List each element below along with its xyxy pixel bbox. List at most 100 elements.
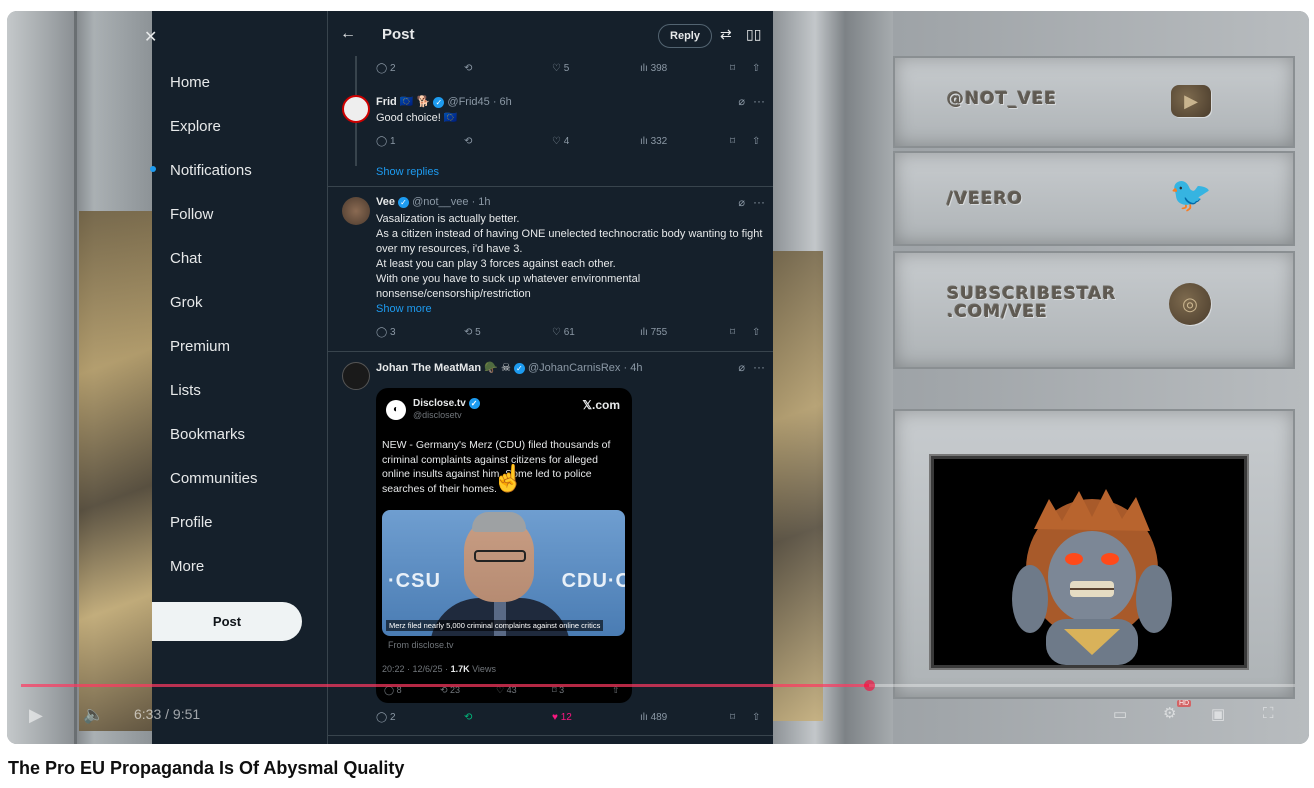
avatar-johan[interactable] (342, 362, 370, 390)
x-sidebar: ✕ Home Explore Notifications Follow Chat… (144, 11, 328, 744)
reply-action[interactable]: ◯ 3 (376, 327, 396, 338)
progress-fill (21, 684, 870, 687)
share-icon[interactable]: ⇧ (752, 63, 760, 74)
x-app-window: ✕ Home Explore Notifications Follow Chat… (144, 11, 773, 744)
avatar-frid[interactable] (342, 95, 370, 123)
volume-icon[interactable]: 🔈 (83, 705, 104, 725)
more-icon[interactable]: ··· (753, 360, 765, 374)
author-handle: @Frid45 · 6h (447, 96, 512, 108)
tweet-actions: ◯ 1 ⟲ ♡ 4 ılı 332 ⌑ ⇧ (376, 136, 768, 152)
nav-premium[interactable]: Premium (170, 338, 230, 355)
views-action[interactable]: ılı 755 (640, 327, 667, 338)
card-views-count: 1.7K (450, 664, 470, 674)
like-action[interactable]: ♡ 61 (552, 327, 575, 338)
views-action[interactable]: ılı 398 (640, 63, 667, 74)
bookmark-icon[interactable]: ⌑ (730, 712, 735, 723)
nav-notifications-label: Notifications (170, 162, 252, 179)
fullscreen-icon[interactable]: ⛶ (1263, 705, 1274, 722)
author-name[interactable]: Johan The MeatMan (376, 362, 481, 374)
share-icon[interactable]: ⇧ (752, 712, 760, 723)
more-icon[interactable]: ··· (753, 94, 765, 108)
card-meta: 20:22 · 12/6/25 · 1.7K Views (382, 664, 496, 674)
close-icon[interactable]: ✕ (144, 27, 157, 47)
stone-wall-left (7, 11, 152, 744)
repost-action[interactable]: ⟲ (464, 136, 472, 147)
reply-button[interactable]: Reply (658, 24, 712, 48)
show-more-link[interactable]: Show more (376, 303, 432, 315)
grok-icon[interactable]: ⌀ (738, 196, 745, 209)
settings-icon[interactable]: ⚙ (1163, 704, 1176, 722)
photo-glasses (474, 550, 526, 562)
share-icon[interactable]: ⇧ (752, 327, 760, 338)
reply-action[interactable]: ◯ 2 (376, 712, 396, 723)
author-handle: @JohanCarnisRex · 4h (527, 362, 643, 374)
like-action[interactable]: ♥ 12 (552, 712, 572, 723)
nav-home[interactable]: Home (170, 74, 210, 91)
repost-action[interactable]: ⟲ (464, 63, 472, 74)
author-name[interactable]: Vee (376, 196, 395, 208)
tweet-text: Good choice! 🇪🇺 (376, 112, 458, 124)
tweet-line: Vasalization is actually better. (376, 213, 520, 225)
bookmark-icon[interactable]: ⌑ (730, 63, 735, 74)
tweet-line: With one you have to suck up whatever en… (376, 273, 641, 300)
author-emojis: 🇪🇺 🐕 (399, 96, 431, 108)
nav-follow[interactable]: Follow (170, 206, 213, 223)
reader-icon[interactable]: ▯▯ (746, 26, 761, 43)
post-feed: ← Post Reply ⇄ ▯▯ ◯ 2 ⟲ ♡ 5 ılı 398 ⌑ ⇧ … (328, 11, 773, 744)
time-display: 6:33 / 9:51 (134, 706, 201, 722)
miniplayer-icon[interactable]: ▣ (1211, 705, 1225, 723)
filter-icon[interactable]: ⇄ (720, 26, 732, 43)
subscribestar-icon: ◎ (1169, 283, 1211, 325)
avatar-vee[interactable] (342, 197, 370, 225)
bookmark-icon[interactable]: ⌑ (730, 136, 735, 147)
grok-icon[interactable]: ⌀ (738, 95, 745, 108)
tweet-text: Vasalization is actually better. As a ci… (376, 212, 768, 302)
nav-notifications[interactable]: Notifications (150, 162, 252, 179)
card-photo[interactable]: ·CSU CDU·C Merz filed nearly 5,000 crimi… (382, 510, 625, 636)
divider (328, 735, 773, 736)
reply-action[interactable]: ◯ 2 (376, 63, 396, 74)
engraved-handle-3a: SUBSCRIBESTAR (947, 284, 1117, 304)
views-action[interactable]: ılı 332 (640, 136, 667, 147)
tweet-author: Johan The MeatMan 🪖 ☠ ✓ @JohanCarnisRex … (376, 361, 642, 374)
nav-grok[interactable]: Grok (170, 294, 203, 311)
more-icon[interactable]: ··· (753, 195, 765, 209)
repost-action[interactable]: ⟲ 5 (464, 327, 481, 338)
nav-explore[interactable]: Explore (170, 118, 221, 135)
engraved-handle-1: @NOT_VEE (947, 89, 1058, 109)
subtitles-icon[interactable]: ▭ (1113, 705, 1127, 723)
youtube-icon: ▶ (1171, 85, 1211, 117)
x-logo: 𝕏.com (582, 398, 620, 412)
bookmark-icon[interactable]: ⌑ (730, 327, 735, 338)
verified-icon: ✓ (398, 196, 410, 208)
card-from[interactable]: From disclose.tv (388, 640, 454, 650)
video-title[interactable]: The Pro EU Propaganda Is Of Abysmal Qual… (8, 758, 404, 779)
like-action[interactable]: ♡ 5 (552, 63, 569, 74)
nav-communities[interactable]: Communities (170, 470, 258, 487)
back-arrow-icon[interactable]: ← (340, 25, 356, 43)
show-replies-link[interactable]: Show replies (376, 166, 439, 178)
post-button[interactable]: Post (152, 602, 302, 641)
stone-pillar (7, 11, 77, 744)
video-player[interactable]: @NOT_VEE ▶ /VEERO 🐦 SUBSCRIBESTAR .COM/V… (7, 11, 1309, 744)
twitter-bird-icon: 🐦 (1169, 176, 1213, 214)
like-action[interactable]: ♡ 4 (552, 136, 569, 147)
play-icon[interactable]: ▶ (29, 705, 43, 726)
nav-lists[interactable]: Lists (170, 382, 201, 399)
reply-action[interactable]: ◯ 1 (376, 136, 396, 147)
embedded-post-card[interactable]: ◐ Disclose.tv ✓ @disclosetv 𝕏.com NEW - … (376, 388, 632, 703)
nav-chat[interactable]: Chat (170, 250, 202, 267)
author-name[interactable]: Frid (376, 96, 397, 108)
repost-action[interactable]: ⟲ (464, 712, 472, 723)
grok-icon[interactable]: ⌀ (738, 361, 745, 374)
video-progress-bar[interactable] (21, 680, 1295, 691)
views-action[interactable]: ılı 489 (640, 712, 667, 723)
nav-more[interactable]: More (170, 558, 204, 575)
share-icon[interactable]: ⇧ (752, 136, 760, 147)
nav-profile[interactable]: Profile (170, 514, 213, 531)
nav-bookmarks[interactable]: Bookmarks (170, 426, 245, 443)
gold-ornament (773, 251, 823, 721)
author-handle: @not__vee · 1h (412, 196, 491, 208)
tweet-actions: ◯ 2 ⟲ ♡ 5 ılı 398 ⌑ ⇧ (376, 63, 768, 79)
card-timestamp: 20:22 · 12/6/25 · (382, 664, 449, 674)
